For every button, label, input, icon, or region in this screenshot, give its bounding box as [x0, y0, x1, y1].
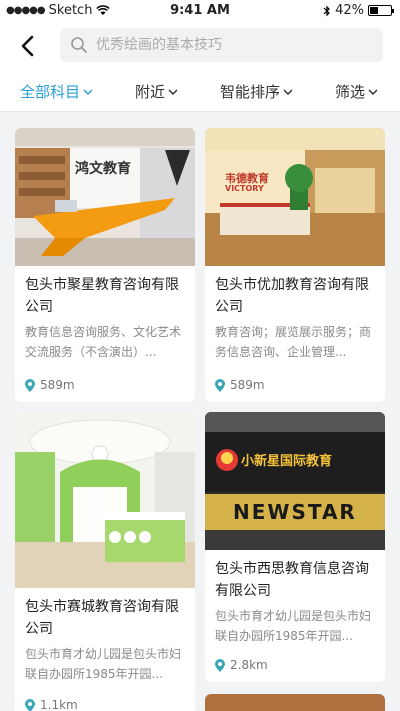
institution-photo: 韦德教育 VICTORY — [205, 128, 385, 266]
filter-screen[interactable]: 筛选 — [335, 81, 378, 102]
chevron-down-icon — [368, 88, 378, 95]
institution-photo: 小新星国际教育 NEWSTAR — [205, 412, 385, 550]
search-box[interactable] — [60, 28, 383, 62]
filter-label: 附近 — [135, 83, 166, 101]
filter-label: 筛选 — [335, 83, 366, 101]
battery-percent: 42% — [335, 3, 364, 18]
back-arrow-icon[interactable] — [14, 32, 42, 60]
nav-bar — [0, 22, 400, 70]
distance: 1.1km — [25, 698, 78, 711]
institution-card[interactable]: 包头市赛城教育咨询有限公司 包头市育才幼儿园是包头市妇联自办园所1985年开园.… — [15, 412, 195, 711]
filter-label: 全部科目 — [20, 83, 81, 101]
filter-label: 智能排序 — [220, 83, 281, 101]
institution-title: 包头市西思教育信息咨询有限公司 — [215, 561, 369, 599]
institution-card[interactable]: 鸿文教育 包头市聚星教育咨询有限公司 教育信息咨询服务、文化艺术交流服务（不含演… — [15, 128, 195, 402]
institution-description: 包头市育才幼儿园是包头市妇联自办园所1985年开园... — [215, 609, 372, 643]
institution-card[interactable]: 小新星国际教育 NEWSTAR 包头市西思教育信息咨询有限公司 包头市育才幼儿园… — [205, 412, 385, 682]
bluetooth-icon — [323, 5, 330, 16]
sign-subtext: VICTORY — [225, 184, 264, 193]
institution-photo — [205, 694, 385, 711]
filter-smart-sort[interactable]: 智能排序 — [220, 81, 293, 102]
chevron-down-icon — [283, 88, 293, 95]
sign-subtext: NEWSTAR — [233, 500, 357, 524]
battery-fill — [370, 7, 379, 14]
distance: 589m — [25, 378, 75, 392]
sign-text: 小新星国际教育 — [241, 454, 333, 469]
institution-card[interactable]: 韦德教育 VICTORY 包头市优加教育咨询有限公司 教育咨询；展览展示服务；商… — [205, 128, 385, 402]
distance-value: 2.8km — [230, 658, 268, 672]
search-input[interactable] — [96, 37, 356, 53]
filter-all-subjects[interactable]: 全部科目 — [20, 81, 93, 102]
location-pin-icon — [215, 378, 225, 392]
institution-title: 包头市赛城教育咨询有限公司 — [25, 599, 179, 637]
location-pin-icon — [25, 698, 35, 711]
chevron-down-icon — [83, 88, 93, 95]
filter-nearby[interactable]: 附近 — [135, 81, 178, 102]
distance: 2.8km — [215, 658, 268, 672]
institution-photo: 鸿文教育 — [15, 128, 195, 266]
filter-bar: 全部科目 附近 智能排序 筛选 — [0, 70, 400, 112]
institution-description: 教育信息咨询服务、文化艺术交流服务（不含演出）... — [25, 325, 182, 359]
distance-value: 1.1km — [40, 698, 78, 711]
location-pin-icon — [25, 378, 35, 392]
location-pin-icon — [215, 658, 225, 672]
distance-value: 589m — [40, 378, 75, 392]
battery-icon — [368, 5, 394, 16]
distance: 589m — [215, 378, 265, 392]
distance-value: 589m — [230, 378, 265, 392]
institution-title: 包头市优加教育咨询有限公司 — [215, 277, 369, 315]
status-bar: ●●●●● Sketch 9:41 AM 42% — [0, 0, 400, 22]
sign-text: 鸿文教育 — [75, 161, 131, 177]
institution-title: 包头市聚星教育咨询有限公司 — [25, 277, 179, 315]
institution-description: 教育咨询；展览展示服务；商务信息咨询、企业管理... — [215, 325, 372, 359]
search-icon — [71, 37, 87, 53]
chevron-down-icon — [168, 88, 178, 95]
institution-photo — [15, 412, 195, 588]
institution-description: 包头市育才幼儿园是包头市妇联自办园所1985年开园... — [25, 647, 182, 681]
institution-card[interactable] — [205, 694, 385, 711]
